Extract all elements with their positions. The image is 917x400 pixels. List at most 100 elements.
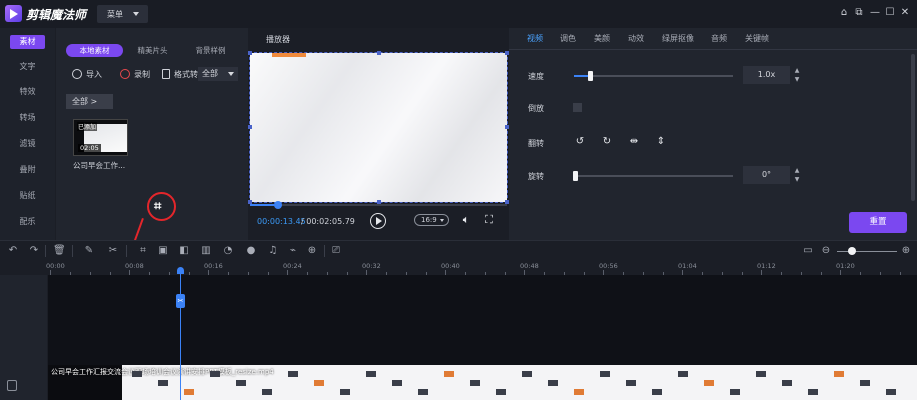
- split-marker-icon[interactable]: ✂: [176, 294, 185, 308]
- ruler-tick-label: 01:12: [757, 262, 776, 270]
- reverse-checkbox[interactable]: [573, 103, 582, 112]
- flip-horizontal-icon[interactable]: ⇹: [627, 135, 641, 149]
- title-bar: 剪辑魔法师 菜单 ⌂ ⧉ — ☐ ✕: [0, 0, 917, 28]
- properties-scrollbar[interactable]: [911, 54, 915, 201]
- tab-background-samples[interactable]: 背景样例: [182, 44, 239, 57]
- tts-icon[interactable]: ♫: [267, 245, 279, 257]
- format-convert-button[interactable]: 格式转: [162, 69, 198, 81]
- record-button[interactable]: 录制: [120, 69, 150, 81]
- zoom-out-icon[interactable]: ⊖: [820, 245, 832, 257]
- main-menu-button[interactable]: 菜单: [97, 5, 148, 23]
- tab-audio[interactable]: 音频: [711, 33, 727, 44]
- speed-icon[interactable]: ◔: [222, 245, 234, 257]
- freeze-frame-icon[interactable]: ◧: [178, 245, 190, 257]
- speed-slider[interactable]: [574, 71, 733, 81]
- chevron-down-icon: [440, 219, 444, 222]
- clip-frame: [574, 389, 584, 395]
- fit-timeline-icon[interactable]: ▭: [802, 245, 814, 257]
- marker-icon[interactable]: ⊕: [306, 245, 318, 257]
- category-material[interactable]: 素材: [10, 35, 45, 49]
- export-frame-icon[interactable]: ⎚: [330, 245, 342, 257]
- clip-frame: [262, 389, 272, 395]
- current-time: 00:00:13.45: [257, 217, 306, 226]
- playhead-handle[interactable]: [177, 267, 184, 274]
- record-label: 录制: [134, 70, 150, 79]
- maximize-icon[interactable]: ☐: [884, 7, 896, 19]
- speed-stepper[interactable]: ▲ ▼: [792, 66, 802, 84]
- category-text[interactable]: 文字: [10, 60, 45, 74]
- volume-icon[interactable]: 🔈︎: [460, 214, 472, 226]
- video-clip[interactable]: 公司早会工作汇报交流会议职场培训会议演讲安排PPT模板_resize.mp4: [48, 365, 917, 400]
- ruler-tick-label: 00:40: [441, 262, 460, 270]
- player-panel: 播放器 00:00:13.45 / 00:02:05.79 16:9 🔈︎ ⛶: [248, 28, 509, 240]
- speed-slider-knob[interactable]: [587, 71, 593, 81]
- category-effects[interactable]: 特效: [10, 85, 45, 99]
- resize-handle[interactable]: [248, 125, 252, 129]
- clip-frame: [652, 389, 662, 395]
- reset-button[interactable]: 重置: [849, 212, 907, 233]
- category-overlay[interactable]: 叠附: [10, 163, 45, 177]
- rotate-value-field[interactable]: 0°: [743, 166, 790, 184]
- rotate-stepper[interactable]: ▲ ▼: [792, 166, 802, 184]
- zoom-in-icon[interactable]: ⊕: [900, 245, 912, 257]
- preview-canvas[interactable]: [249, 52, 508, 203]
- playback-progress-bar[interactable]: [250, 201, 507, 209]
- speed-value-field[interactable]: 1.0x: [743, 66, 790, 84]
- tab-beauty[interactable]: 美颜: [594, 33, 610, 44]
- import-button[interactable]: 导入: [72, 69, 102, 81]
- ruler-tick-label: 00:32: [362, 262, 381, 270]
- rotate-right-icon[interactable]: ↻: [600, 135, 614, 149]
- clip-frame: [730, 389, 740, 395]
- rotate-left-icon[interactable]: ↺: [573, 135, 587, 149]
- play-button[interactable]: [370, 213, 386, 229]
- category-filters[interactable]: 滤镜: [10, 137, 45, 151]
- delete-icon[interactable]: 🗑︎: [53, 245, 66, 257]
- crop-icon[interactable]: ⌗: [137, 245, 149, 257]
- rotate-slider-knob[interactable]: [573, 171, 578, 181]
- clip-frame: [834, 371, 844, 377]
- chevron-down-icon: [133, 12, 139, 16]
- clip-frame: [756, 371, 766, 377]
- format-filter-select[interactable]: 全部: [198, 67, 238, 81]
- microphone-icon[interactable]: ●: [245, 245, 257, 257]
- rotate-slider[interactable]: [573, 171, 733, 181]
- all-filter-button[interactable]: 全部 >: [66, 94, 113, 109]
- clip-frame: [210, 371, 220, 377]
- playhead[interactable]: [180, 268, 181, 400]
- tab-local-material[interactable]: 本地素材: [66, 44, 123, 57]
- ruler-tick-label: 00:48: [520, 262, 539, 270]
- scissors-icon[interactable]: ✂: [107, 245, 119, 257]
- redo-icon[interactable]: ↷: [28, 245, 40, 257]
- tab-intro-templates[interactable]: 精美片头: [124, 44, 181, 57]
- zoom-slider-knob[interactable]: [848, 247, 856, 255]
- divider: [324, 245, 325, 257]
- edit-icon[interactable]: ✎: [83, 245, 95, 257]
- restore-icon[interactable]: ⧉: [853, 7, 865, 19]
- category-music[interactable]: 配乐: [10, 215, 45, 229]
- app-window: 剪辑魔法师 菜单 ⌂ ⧉ — ☐ ✕ 素材 文字 特效 转场 滤镜 叠附 贴纸 …: [0, 0, 917, 400]
- clip-name: 公司早会工作汇报交流会议职场培训会议演讲安排PPT模板_resize.mp4: [51, 368, 274, 376]
- resize-handle[interactable]: [248, 51, 252, 55]
- tab-green-screen[interactable]: 绿屏抠像: [662, 33, 694, 44]
- undo-icon[interactable]: ↶: [7, 245, 19, 257]
- format-convert-label: 格式转: [174, 70, 198, 79]
- tab-video[interactable]: 视频: [527, 33, 543, 44]
- category-transitions[interactable]: 转场: [10, 111, 45, 125]
- aspect-ratio-select[interactable]: 16:9: [414, 214, 449, 226]
- audio-wave-icon[interactable]: ▥: [200, 245, 212, 257]
- split-audio-icon[interactable]: ⌁: [287, 245, 299, 257]
- minimize-icon[interactable]: —: [869, 7, 881, 19]
- zoom-slider[interactable]: [837, 251, 897, 252]
- fullscreen-icon[interactable]: ⛶: [483, 214, 495, 226]
- flip-vertical-icon[interactable]: ⇕: [654, 135, 668, 149]
- home-icon[interactable]: ⌂: [838, 7, 850, 19]
- media-thumbnail[interactable]: 已添加 02:05: [73, 119, 128, 156]
- tab-color[interactable]: 调色: [560, 33, 576, 44]
- tab-motion[interactable]: 动效: [628, 33, 644, 44]
- category-stickers[interactable]: 贴纸: [10, 189, 45, 203]
- close-icon[interactable]: ✕: [899, 7, 911, 19]
- resize-handle[interactable]: [377, 51, 381, 55]
- playback-progress-knob[interactable]: [273, 201, 282, 209]
- tab-keyframe[interactable]: 关键帧: [745, 33, 769, 44]
- mosaic-icon[interactable]: ▣: [157, 245, 169, 257]
